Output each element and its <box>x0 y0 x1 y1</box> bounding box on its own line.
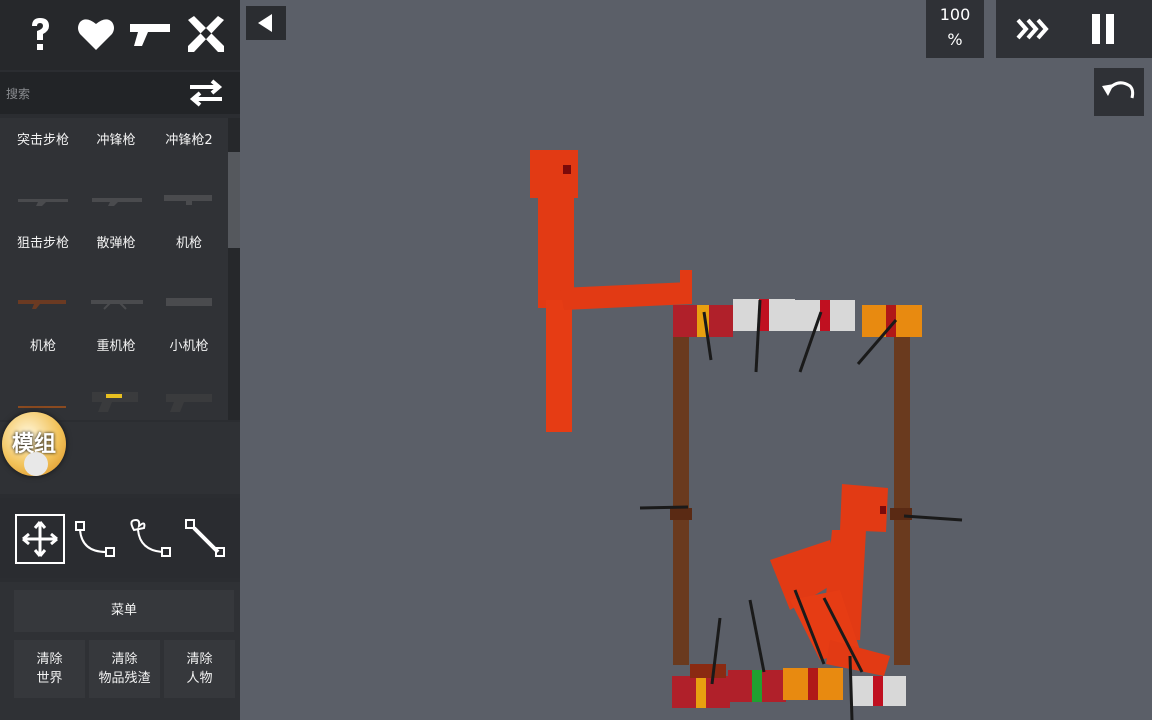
clear-debris-button[interactable]: 清除 物品残渣 <box>89 640 160 698</box>
menu-button[interactable]: 菜单 <box>14 590 234 632</box>
category-item[interactable]: 冲锋枪2 <box>152 129 226 148</box>
move-tool-icon[interactable] <box>15 514 65 564</box>
category-grid: 突击步枪 冲锋枪 冲锋枪2 狙击步枪 散弹枪 机枪 机枪 重机枪 小机枪 <box>0 118 228 420</box>
top-icon-bar <box>0 0 240 70</box>
mod-toggle-knob[interactable] <box>24 452 48 476</box>
collapse-sidebar-button[interactable] <box>246 6 286 40</box>
zoom-indicator[interactable]: 100 % <box>926 0 984 58</box>
sniper-rifle-icon <box>18 199 68 206</box>
category-scroll-thumb[interactable] <box>228 152 240 248</box>
category-item[interactable]: 重机枪 <box>79 335 153 354</box>
gun-icon[interactable] <box>128 12 172 56</box>
ragdoll-crouched[interactable] <box>770 484 890 676</box>
bottom-block-stripe <box>808 668 818 700</box>
clear-debris-label-1: 清除 <box>111 652 138 667</box>
category-item[interactable]: 小机枪 <box>152 335 226 354</box>
heart-icon[interactable] <box>74 12 118 56</box>
rifle-icon <box>18 406 66 408</box>
clear-people-label-1: 清除 <box>186 652 213 667</box>
heavy-machine-gun-icon <box>91 300 143 310</box>
search-input[interactable] <box>4 80 178 108</box>
machine-gun-icon <box>164 195 212 205</box>
pause-icon[interactable] <box>1090 12 1118 46</box>
clear-debris-label-2: 物品残渣 <box>98 671 151 686</box>
spring-tool-icon[interactable] <box>126 514 176 564</box>
play-left-icon <box>258 14 272 32</box>
bottom-block-stripe <box>752 670 762 702</box>
gold-pistol-icon <box>92 392 138 412</box>
clear-world-label-2: 世界 <box>36 671 63 686</box>
fast-forward-icon[interactable] <box>1014 14 1054 44</box>
rope-tool-icon[interactable] <box>72 514 122 564</box>
right-pole[interactable] <box>894 335 910 665</box>
category-item[interactable]: 散弹枪 <box>79 232 153 251</box>
ragdoll-leg[interactable] <box>546 300 572 432</box>
clear-people-button[interactable]: 清除 人物 <box>164 640 235 698</box>
undo-icon <box>1102 81 1135 99</box>
bottom-block-stripe <box>696 676 706 708</box>
ragdoll-standing[interactable] <box>530 150 692 432</box>
category-item[interactable]: 机枪 <box>6 335 80 354</box>
category-item[interactable]: 机枪 <box>152 232 226 251</box>
top-block-stripe <box>820 300 830 331</box>
ragdoll-foot[interactable] <box>680 270 692 304</box>
ak-rifle-icon <box>18 300 66 309</box>
ragdoll-raised-leg[interactable] <box>560 282 692 310</box>
clear-world-button[interactable]: 清除 世界 <box>14 640 85 698</box>
pole-joint <box>890 508 912 520</box>
minigun-icon <box>166 298 212 306</box>
left-pole[interactable] <box>673 335 689 665</box>
category-item[interactable]: 狙击步枪 <box>6 232 80 251</box>
bottom-block-stripe <box>873 676 883 706</box>
zoom-unit: % <box>947 30 963 49</box>
swap-arrows-icon[interactable] <box>186 78 226 108</box>
zoom-value: 100 <box>939 5 971 24</box>
rod-tool-icon[interactable] <box>182 514 232 564</box>
bottom-block[interactable] <box>690 664 726 678</box>
ragdoll-eye <box>563 165 571 174</box>
ragdoll-eye <box>880 506 886 514</box>
clear-people-label-2: 人物 <box>186 671 213 686</box>
clear-world-label-1: 清除 <box>36 652 63 667</box>
shotgun-icon <box>92 198 142 206</box>
sidebar: 突击步枪 冲锋枪 冲锋枪2 狙击步枪 散弹枪 机枪 机枪 重机枪 小机枪 模组 <box>0 0 240 720</box>
pistol-icon <box>166 394 212 412</box>
crossed-swords-icon[interactable] <box>184 12 228 56</box>
category-item[interactable]: 突击步枪 <box>6 129 80 148</box>
category-item[interactable]: 冲锋枪 <box>79 129 153 148</box>
pole-joint <box>670 508 692 520</box>
game-scene[interactable] <box>240 0 1152 720</box>
speed-controls <box>996 0 1152 58</box>
help-icon[interactable] <box>18 12 62 56</box>
undo-button[interactable] <box>1094 68 1144 116</box>
